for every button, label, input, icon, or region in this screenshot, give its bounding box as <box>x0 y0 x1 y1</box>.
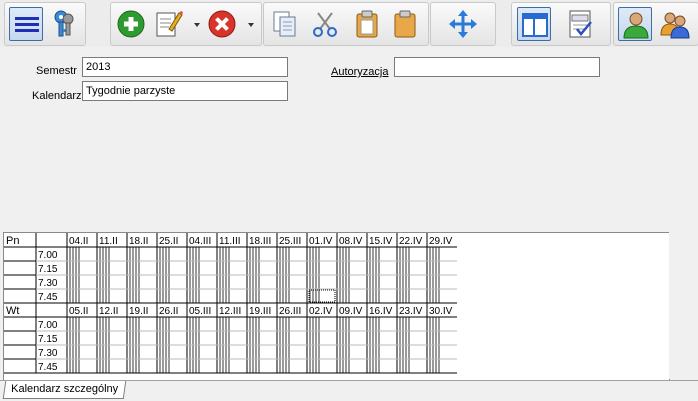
date-label: 19.II <box>129 306 148 317</box>
add-icon <box>117 10 145 38</box>
menu-icon <box>15 17 39 32</box>
edit-button[interactable] <box>151 7 185 41</box>
time-label: 7.00 <box>38 250 58 261</box>
time-label: 7.15 <box>38 334 58 345</box>
autoryzacja-field[interactable] <box>394 57 600 77</box>
copy-icon <box>273 11 296 37</box>
time-label: 7.00 <box>38 320 58 331</box>
date-label: 05.III <box>189 306 211 317</box>
paste-special-button[interactable] <box>388 7 422 41</box>
paste-special-icon <box>394 10 416 38</box>
time-label: 7.30 <box>38 348 58 359</box>
date-label: 18.II <box>129 236 148 247</box>
paste-icon <box>356 10 378 38</box>
date-label: 08.IV <box>339 236 363 247</box>
users-icon <box>660 12 690 39</box>
date-label: 16.IV <box>369 306 393 317</box>
user-button[interactable] <box>618 7 652 41</box>
kalendarz-label: Kalendarz <box>32 90 82 102</box>
date-label: 11.II <box>99 236 118 247</box>
toolbar-group-clipboard <box>263 2 429 46</box>
menu-button[interactable] <box>9 7 43 41</box>
date-label: 22.IV <box>399 236 423 247</box>
move-button[interactable] <box>446 7 480 41</box>
date-label: 02.IV <box>309 306 333 317</box>
report-icon <box>569 10 592 38</box>
toolbar-group-records <box>110 2 262 46</box>
toolbar-group-users <box>613 2 698 46</box>
date-label: 19.III <box>249 306 271 317</box>
date-label: 11.III <box>219 236 241 247</box>
time-label: 7.30 <box>38 278 58 289</box>
keys-icon <box>54 10 74 37</box>
time-label: 7.45 <box>38 292 58 303</box>
date-label: 01.IV <box>309 236 333 247</box>
day-label: Pn <box>6 235 19 247</box>
date-label: 04.III <box>189 236 211 247</box>
layout-icon <box>522 13 548 37</box>
copy-button[interactable] <box>268 7 302 41</box>
toolbar-group-main <box>4 2 86 46</box>
date-label: 26.III <box>279 306 301 317</box>
date-label: 25.III <box>279 236 301 247</box>
edit-dropdown-icon[interactable] <box>193 21 201 29</box>
date-label: 18.III <box>249 236 271 247</box>
date-label: 25.II <box>159 236 178 247</box>
layout-button[interactable] <box>517 7 551 41</box>
tab-label: Kalendarz szczególny <box>11 383 119 395</box>
paste-button[interactable] <box>350 7 384 41</box>
calendar-gutter <box>669 232 698 379</box>
date-label: 09.IV <box>339 306 363 317</box>
date-label: 29.IV <box>429 236 453 247</box>
delete-dropdown-icon[interactable] <box>247 21 255 29</box>
date-label: 23.IV <box>399 306 423 317</box>
date-label: 30.IV <box>429 306 453 317</box>
delete-icon <box>208 10 236 38</box>
kalendarz-field[interactable]: Tygodnie parzyste <box>82 81 288 101</box>
add-button[interactable] <box>114 7 148 41</box>
date-label: 04.II <box>69 236 88 247</box>
date-label: 05.II <box>69 306 88 317</box>
calendar-svg: Pn 04.II 11.II 18.II 25.II 04.III 11.III 18.III… <box>4 233 457 374</box>
time-label: 7.15 <box>38 264 58 275</box>
edit-icon <box>156 11 183 37</box>
date-label: 12.III <box>219 306 241 317</box>
toolbar-group-move <box>430 2 496 46</box>
date-label: 26.II <box>159 306 178 317</box>
semestr-field[interactable]: 2013 <box>82 57 288 77</box>
date-label: 12.II <box>99 306 118 317</box>
cut-button[interactable] <box>308 7 342 41</box>
calendar-grid[interactable]: Pn 04.II 11.II 18.II 25.II 04.III 11.III 18.III… <box>3 232 670 381</box>
time-label: 7.45 <box>38 362 58 373</box>
day-label: Wt <box>6 305 19 317</box>
report-button[interactable] <box>563 7 597 41</box>
users-button[interactable] <box>658 7 692 41</box>
tab-bar: Kalendarz szczególny <box>0 380 698 401</box>
move-icon <box>449 10 477 38</box>
toolbar-group-view <box>511 2 611 46</box>
delete-button[interactable] <box>205 7 239 41</box>
cut-icon <box>313 12 337 37</box>
date-label: 15.IV <box>369 236 393 247</box>
semestr-label: Semestr <box>36 65 77 77</box>
user-icon <box>623 12 649 39</box>
toolbar <box>0 0 698 47</box>
tab-kalendarz-szczegolny[interactable]: Kalendarz szczególny <box>2 381 127 399</box>
keys-button[interactable] <box>47 7 81 41</box>
autoryzacja-label: Autoryzacja <box>331 66 389 78</box>
